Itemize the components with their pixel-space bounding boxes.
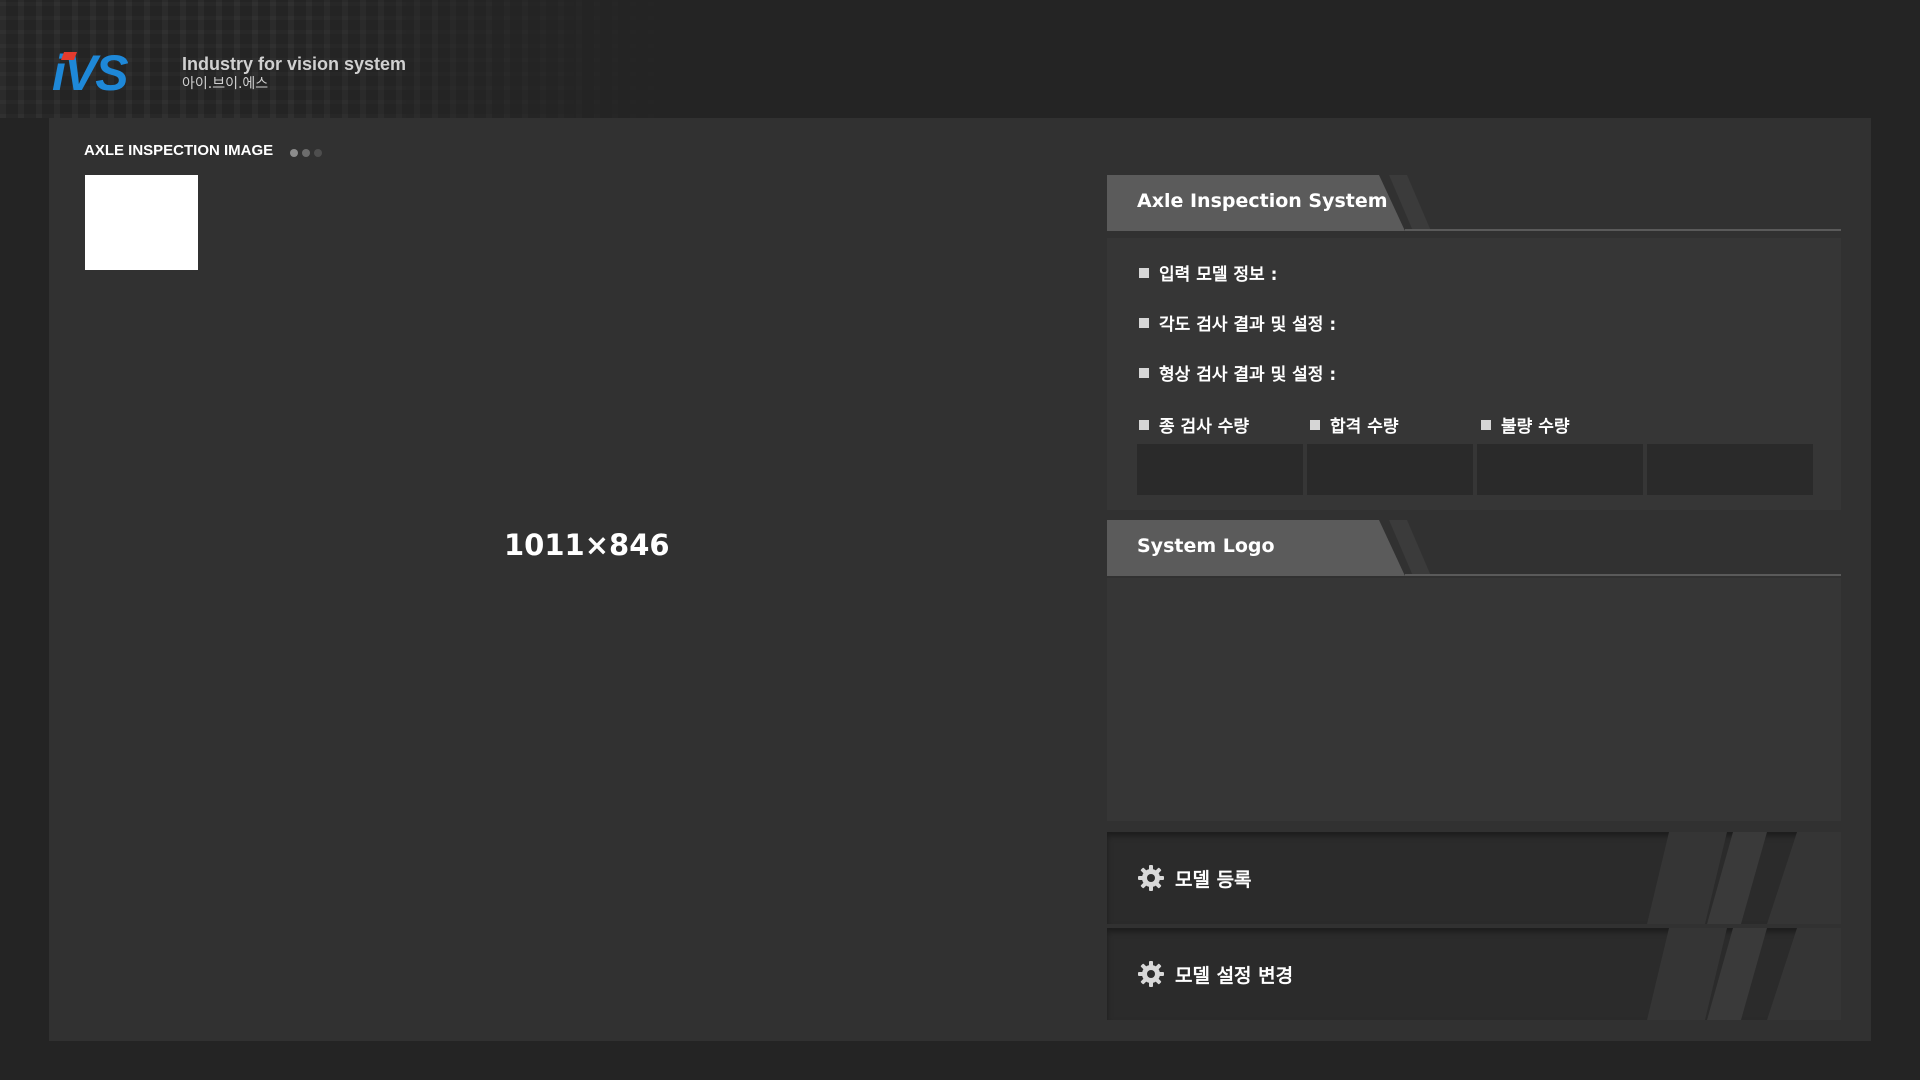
dot-3 — [314, 149, 322, 157]
model-info-row: 입력 모델 정보 : — [1139, 260, 1277, 285]
gear-icon — [1138, 865, 1164, 891]
pass-count-value — [1307, 444, 1473, 495]
bullet-icon — [1481, 419, 1491, 430]
model-info-label: 입력 모델 정보 : — [1159, 265, 1278, 285]
image-panel-title: AXLE INSPECTION IMAGE — [84, 142, 274, 159]
ivs-logo-icon: iVS — [52, 50, 130, 96]
company-name-en: Industry for vision system — [182, 54, 407, 74]
system-panel-title: Axle Inspection System — [1137, 190, 1388, 212]
bullet-icon — [1139, 367, 1149, 378]
fail-count-label: 불량 수량 — [1481, 412, 1569, 437]
extra-count-value — [1647, 444, 1813, 495]
inspection-thumbnail[interactable] — [85, 175, 198, 270]
fail-count-text: 불량 수량 — [1501, 417, 1570, 437]
company-name-ko: 아이.브이.에스 — [182, 76, 269, 92]
pass-count-text: 합격 수량 — [1330, 417, 1399, 437]
pass-count-label: 합격 수량 — [1310, 412, 1398, 437]
company-logo: iVS Industry for vision system 아이.브이.에스 — [50, 50, 406, 96]
logo-panel-header: System Logo — [1107, 520, 1841, 576]
total-count-text: 종 검사 수량 — [1159, 417, 1250, 437]
bullet-icon — [1310, 419, 1320, 430]
button-stripe — [1767, 832, 1841, 924]
image-size-label: 1011×846 — [504, 528, 670, 562]
system-info-box: 입력 모델 정보 : 각도 검사 결과 및 설정 : 형상 검사 결과 및 설정… — [1107, 238, 1841, 510]
bullet-icon — [1139, 317, 1149, 328]
button-stripe — [1767, 928, 1841, 1020]
shape-result-label: 형상 검사 결과 및 설정 : — [1159, 365, 1337, 385]
bullet-icon — [1139, 267, 1149, 278]
header-divider — [1405, 574, 1841, 576]
total-count-value — [1137, 444, 1303, 495]
dot-2 — [302, 149, 310, 157]
model-register-label: 모델 등록 — [1175, 869, 1252, 891]
title-dots — [290, 149, 322, 157]
angle-result-label: 각도 검사 결과 및 설정 : — [1159, 315, 1337, 335]
header-divider — [1405, 229, 1841, 231]
shape-result-row: 형상 검사 결과 및 설정 : — [1139, 360, 1336, 385]
system-logo-area — [1107, 578, 1841, 821]
bullet-icon — [1139, 419, 1149, 430]
angle-result-row: 각도 검사 결과 및 설정 : — [1139, 310, 1336, 335]
total-count-label: 종 검사 수량 — [1139, 412, 1249, 437]
dot-1 — [290, 149, 298, 157]
logo-panel-title: System Logo — [1137, 535, 1275, 557]
model-settings-button[interactable]: 모델 설정 변경 — [1107, 928, 1841, 1020]
fail-count-value — [1477, 444, 1643, 495]
model-settings-label: 모델 설정 변경 — [1175, 965, 1294, 987]
model-register-button[interactable]: 모델 등록 — [1107, 832, 1841, 924]
gear-icon — [1138, 961, 1164, 987]
system-panel-header: Axle Inspection System — [1107, 175, 1841, 231]
